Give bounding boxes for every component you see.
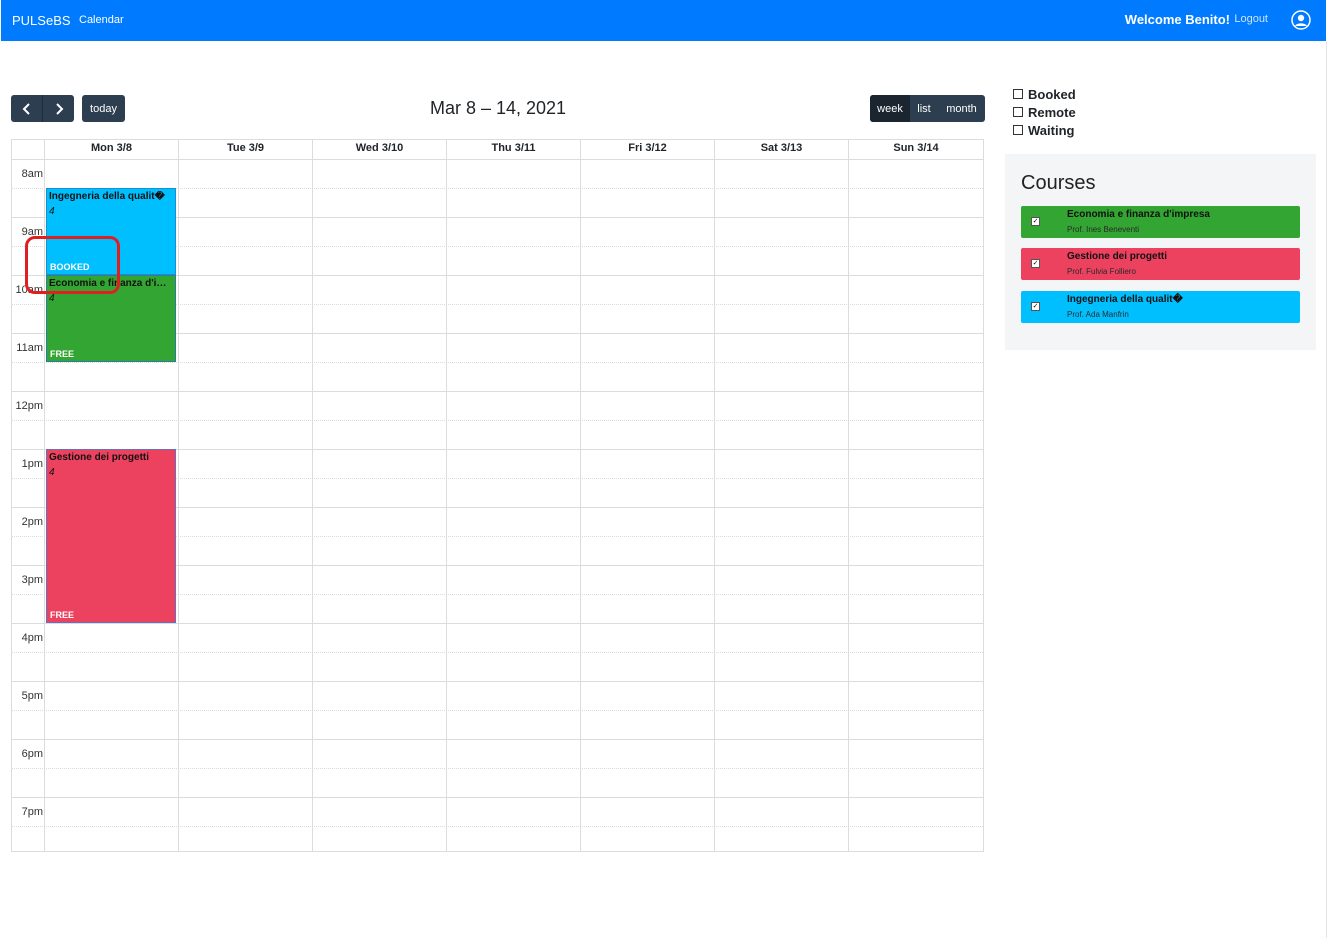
top-navbar: PULSeBS Calendar Welcome Benito! Logout <box>1 0 1326 41</box>
header-divider <box>12 159 983 160</box>
chevron-right-icon <box>55 102 63 115</box>
day-header[interactable]: Fri 3/12 <box>581 142 714 159</box>
legend-item-waiting: Waiting <box>1013 121 1076 139</box>
time-label: 4pm <box>21 632 43 644</box>
course-name: Ingegneria della qualit� <box>1067 294 1183 305</box>
nav-calendar-link[interactable]: Calendar <box>79 14 124 26</box>
course-professor: Prof. Ines Beneventi <box>1067 225 1140 234</box>
next-button[interactable] <box>43 95 74 122</box>
event-status: FREE <box>50 349 75 359</box>
course-item[interactable]: ✓ Ingegneria della qualit� Prof. Ada Man… <box>1021 291 1300 323</box>
time-label: 3pm <box>21 574 43 586</box>
checkbox-icon <box>1013 89 1023 99</box>
legend-item-remote: Remote <box>1013 103 1076 121</box>
day-header[interactable]: Tue 3/9 <box>179 142 312 159</box>
legend-label: Booked <box>1028 86 1076 102</box>
hour-line <box>12 681 983 682</box>
event-title: Ingegneria della qualit� <box>49 191 165 202</box>
time-label: 7pm <box>21 806 43 818</box>
logout-link[interactable]: Logout <box>1234 13 1268 25</box>
view-week-button[interactable]: week <box>870 95 910 122</box>
courses-title: Courses <box>1021 172 1096 194</box>
page-divider <box>1326 41 1327 938</box>
event-subtitle: 4 <box>49 467 55 478</box>
hour-line <box>12 739 983 740</box>
user-avatar-icon[interactable] <box>1291 10 1311 30</box>
legend-item-booked: Booked <box>1013 85 1076 103</box>
hour-line <box>12 623 983 624</box>
time-label: 6pm <box>21 748 43 760</box>
day-header[interactable]: Mon 3/8 <box>45 142 178 159</box>
hour-line <box>12 391 983 392</box>
event-subtitle: 4 <box>49 206 55 217</box>
legend-label: Waiting <box>1028 122 1075 138</box>
brand-link[interactable]: PULSeBS <box>12 13 71 28</box>
half-hour-line <box>12 768 983 769</box>
view-month-button[interactable]: month <box>938 95 985 122</box>
time-label: 1pm <box>21 458 43 470</box>
day-header[interactable]: Sat 3/13 <box>715 142 848 159</box>
half-hour-line <box>12 652 983 653</box>
calendar-event[interactable]: Gestione dei progetti 4 FREE <box>46 449 176 623</box>
course-checkbox[interactable]: ✓ <box>1031 302 1040 311</box>
half-hour-line <box>12 362 983 363</box>
course-item[interactable]: ✓ Gestione dei progetti Prof. Fulvia Fol… <box>1021 248 1300 280</box>
prev-next-group <box>11 95 74 122</box>
half-hour-line <box>12 826 983 827</box>
course-checkbox[interactable]: ✓ <box>1031 217 1040 226</box>
event-subtitle: 4 <box>49 293 55 304</box>
day-header[interactable]: Wed 3/10 <box>313 142 446 159</box>
course-professor: Prof. Fulvia Folliero <box>1067 267 1136 276</box>
course-name: Gestione dei progetti <box>1067 251 1168 262</box>
time-label: 2pm <box>21 516 43 528</box>
event-status: FREE <box>50 610 75 620</box>
half-hour-line <box>12 420 983 421</box>
day-header[interactable]: Sun 3/14 <box>849 142 983 159</box>
prev-button[interactable] <box>11 95 43 122</box>
course-professor: Prof. Ada Manfrin <box>1067 310 1129 319</box>
checkbox-icon <box>1013 107 1023 117</box>
calendar-title: Mar 8 – 14, 2021 <box>429 98 567 118</box>
week-calendar-grid: Mon 3/8 Tue 3/9 Wed 3/10 Thu 3/11 Fri 3/… <box>11 139 984 852</box>
highlight-annotation <box>25 236 120 294</box>
half-hour-line <box>12 710 983 711</box>
today-button[interactable]: today <box>82 95 125 122</box>
view-list-button[interactable]: list <box>910 95 938 122</box>
course-checkbox[interactable]: ✓ <box>1031 259 1040 268</box>
course-name: Economia e finanza d'impresa <box>1067 209 1210 220</box>
legend-label: Remote <box>1028 104 1076 120</box>
welcome-text: Welcome Benito! <box>1124 12 1230 27</box>
status-legend: Booked Remote Waiting <box>1013 85 1076 139</box>
course-item[interactable]: ✓ Economia e finanza d'impresa Prof. Ine… <box>1021 206 1300 238</box>
time-label: 12pm <box>15 400 43 412</box>
view-switcher: week list month <box>870 95 985 122</box>
time-label: 5pm <box>21 690 43 702</box>
event-title: Gestione dei progetti <box>49 452 150 463</box>
hour-line <box>12 797 983 798</box>
time-label: 11am <box>16 342 43 354</box>
time-label: 8am <box>21 168 43 180</box>
chevron-left-icon <box>22 102 30 115</box>
courses-panel: Courses ✓ Economia e finanza d'impresa P… <box>1005 154 1316 350</box>
checkbox-icon <box>1013 125 1023 135</box>
day-header[interactable]: Thu 3/11 <box>447 142 580 159</box>
